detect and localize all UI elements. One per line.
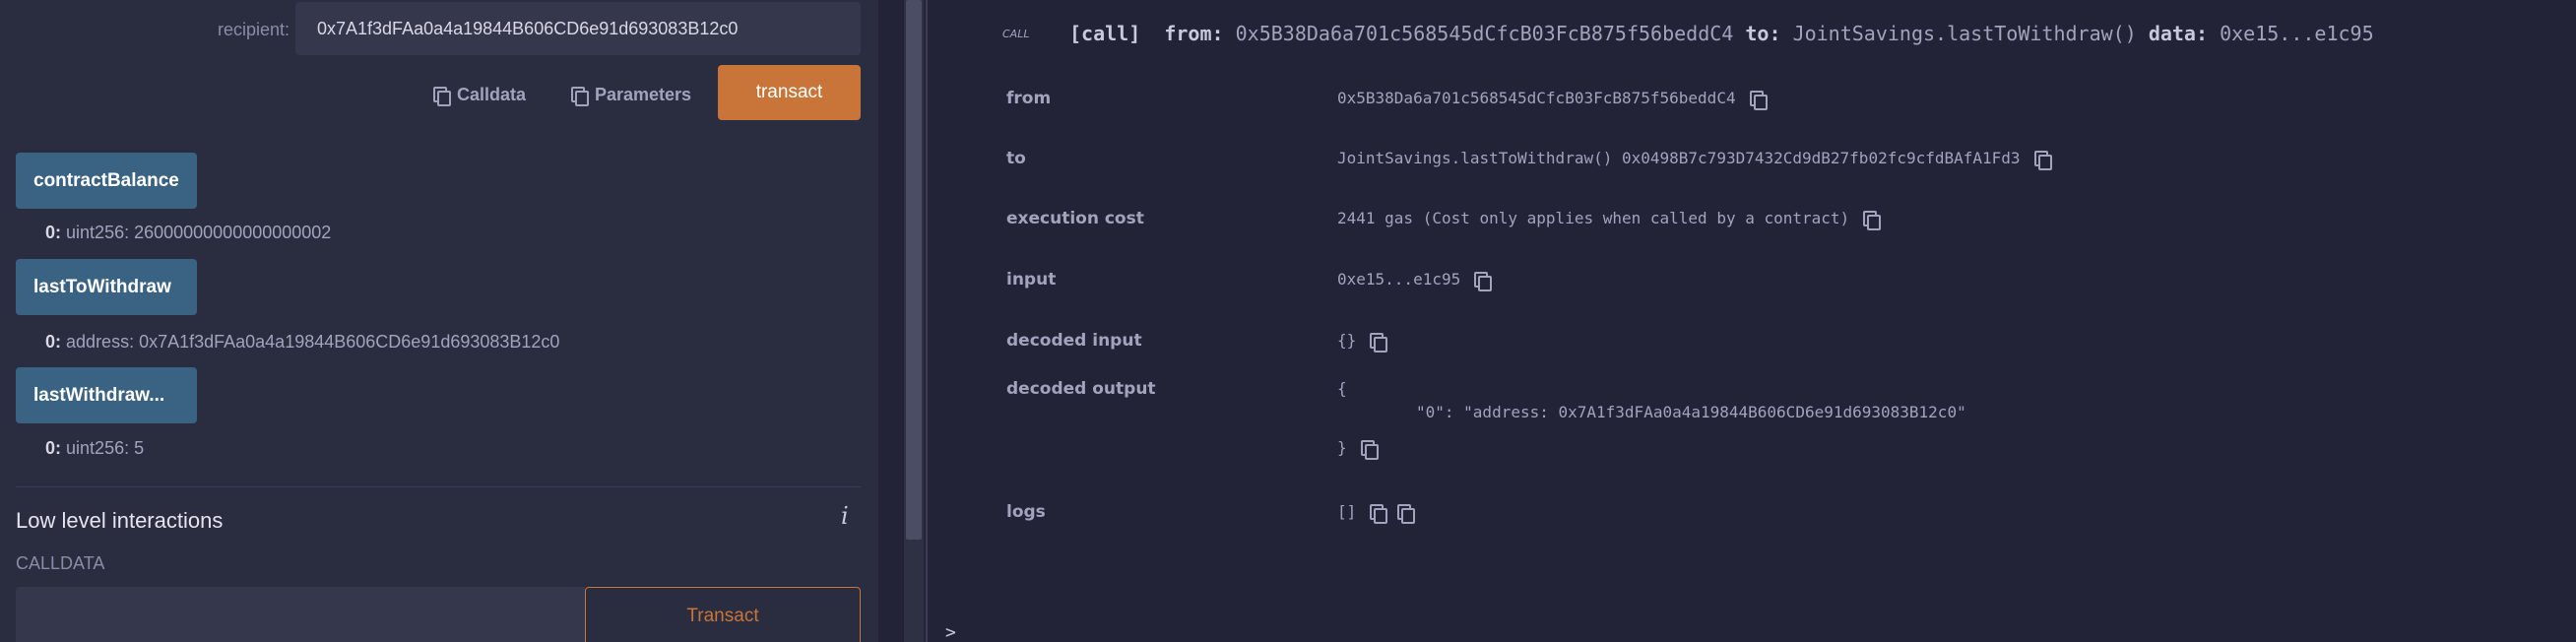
recipient-label: recipient: [217, 20, 290, 39]
copy-icon[interactable] [1863, 210, 1882, 230]
section-divider [16, 486, 861, 487]
input-value: 0xe15...e1c95 [1337, 270, 1493, 291]
copy-icon[interactable] [1360, 439, 1379, 460]
copy-icon[interactable] [2033, 150, 2052, 170]
decoded-output-close: } [1337, 438, 1379, 460]
decoded-input-value: {} [1337, 331, 1388, 353]
tx-summary[interactable]: [call] from: 0x5B38Da6a701c568545dCfcB03… [1069, 22, 2374, 45]
calldata-button-label: Calldata [457, 84, 527, 104]
copy-icon[interactable] [1397, 503, 1416, 524]
execution-cost-value: 2441 gas (Cost only applies when called … [1337, 209, 1882, 230]
low-level-interactions-title: Low level interactions [16, 508, 224, 533]
execution-cost-text: 2441 gas (Cost only applies when called … [1337, 209, 1850, 227]
data-label: data: [2148, 22, 2209, 45]
copy-icon[interactable] [1370, 332, 1388, 353]
call-tag: CALL [1002, 28, 1030, 40]
logs-key: logs [1006, 502, 1046, 522]
copy-icon[interactable] [1749, 90, 1768, 110]
input-value-text: 0xe15...e1c95 [1337, 270, 1461, 289]
low-level-transact-button[interactable]: Transact [585, 587, 861, 642]
output-value: uint256: 26000000000000000002 [66, 223, 332, 242]
parameters-button-label: Parameters [595, 84, 692, 104]
to-value: JointSavings.lastToWithdraw() 0x0498B7c7… [1337, 149, 2052, 170]
lastWithdraw-output: 0: uint256: 5 [45, 438, 144, 459]
call-label: [call] [1069, 22, 1141, 45]
copy-icon [433, 87, 451, 106]
deploy-run-panel: recipient: 0x7A1f3dFAa0a4a19844B606CD6e9… [0, 0, 878, 642]
output-value: address: 0x7A1f3dFAa0a4a19844B606CD6e91d… [66, 332, 560, 352]
calldata-copy-button[interactable]: Calldata [433, 79, 526, 110]
output-index: 0: [45, 332, 62, 352]
transact-button[interactable]: transact [718, 65, 861, 120]
execution-cost-key: execution cost [1006, 209, 1144, 228]
to-function: JointSavings.lastToWithdraw() [1792, 22, 2137, 45]
calldata-input[interactable] [16, 587, 585, 642]
decoded-input-key: decoded input [1006, 331, 1142, 351]
output-index: 0: [45, 438, 62, 458]
copy-icon [571, 87, 589, 106]
to-label: to: [1745, 22, 1781, 45]
calldata-label: CALLDATA [16, 553, 105, 573]
input-key: input [1006, 270, 1057, 289]
to-key: to [1006, 149, 1026, 168]
chevron-right-icon[interactable]: > [945, 622, 956, 642]
decoded-output-key: decoded output [1006, 379, 1156, 399]
from-label: from: [1164, 22, 1224, 45]
scrollbar-thumb[interactable] [906, 0, 922, 540]
recipient-input[interactable]: 0x7A1f3dFAa0a4a19844B606CD6e91d693083B12… [295, 2, 861, 55]
from-value: 0x5B38Da6a701c568545dCfcB03FcB875f56bedd… [1337, 89, 1768, 110]
logs-value: [] [1337, 502, 1416, 524]
copy-icon[interactable] [1474, 271, 1493, 291]
info-icon[interactable]: i [841, 502, 849, 530]
decoded-input-text: {} [1337, 331, 1357, 350]
decoded-output-open: { [1337, 379, 1347, 398]
to-value-text: JointSavings.lastToWithdraw() 0x0498B7c7… [1337, 149, 2021, 167]
from-address: 0x5B38Da6a701c568545dCfcB03FcB875f56bedd… [1235, 22, 1734, 45]
output-index: 0: [45, 223, 62, 242]
logs-value-text: [] [1337, 502, 1357, 521]
contractBalance-output: 0: uint256: 26000000000000000002 [45, 223, 331, 243]
decoded-output-close-text: } [1337, 438, 1347, 457]
copy-icon[interactable] [1370, 503, 1388, 524]
terminal-panel: CALL [call] from: 0x5B38Da6a701c568545dC… [928, 0, 2576, 642]
from-key: from [1006, 89, 1052, 108]
data-value: 0xe15...e1c95 [2220, 22, 2374, 45]
from-value-text: 0x5B38Da6a701c568545dCfcB03FcB875f56bedd… [1337, 89, 1736, 107]
lastWithdraw-button[interactable]: lastWithdraw... [16, 367, 197, 423]
lastToWithdraw-output: 0: address: 0x7A1f3dFAa0a4a19844B606CD6e… [45, 332, 559, 353]
decoded-output-line: "0": "address: 0x7A1f3dFAa0a4a19844B606C… [1416, 403, 1966, 421]
parameters-copy-button[interactable]: Parameters [571, 79, 691, 110]
output-value: uint256: 5 [66, 438, 145, 458]
contractBalance-button[interactable]: contractBalance [16, 153, 197, 209]
lastToWithdraw-button[interactable]: lastToWithdraw [16, 259, 197, 315]
